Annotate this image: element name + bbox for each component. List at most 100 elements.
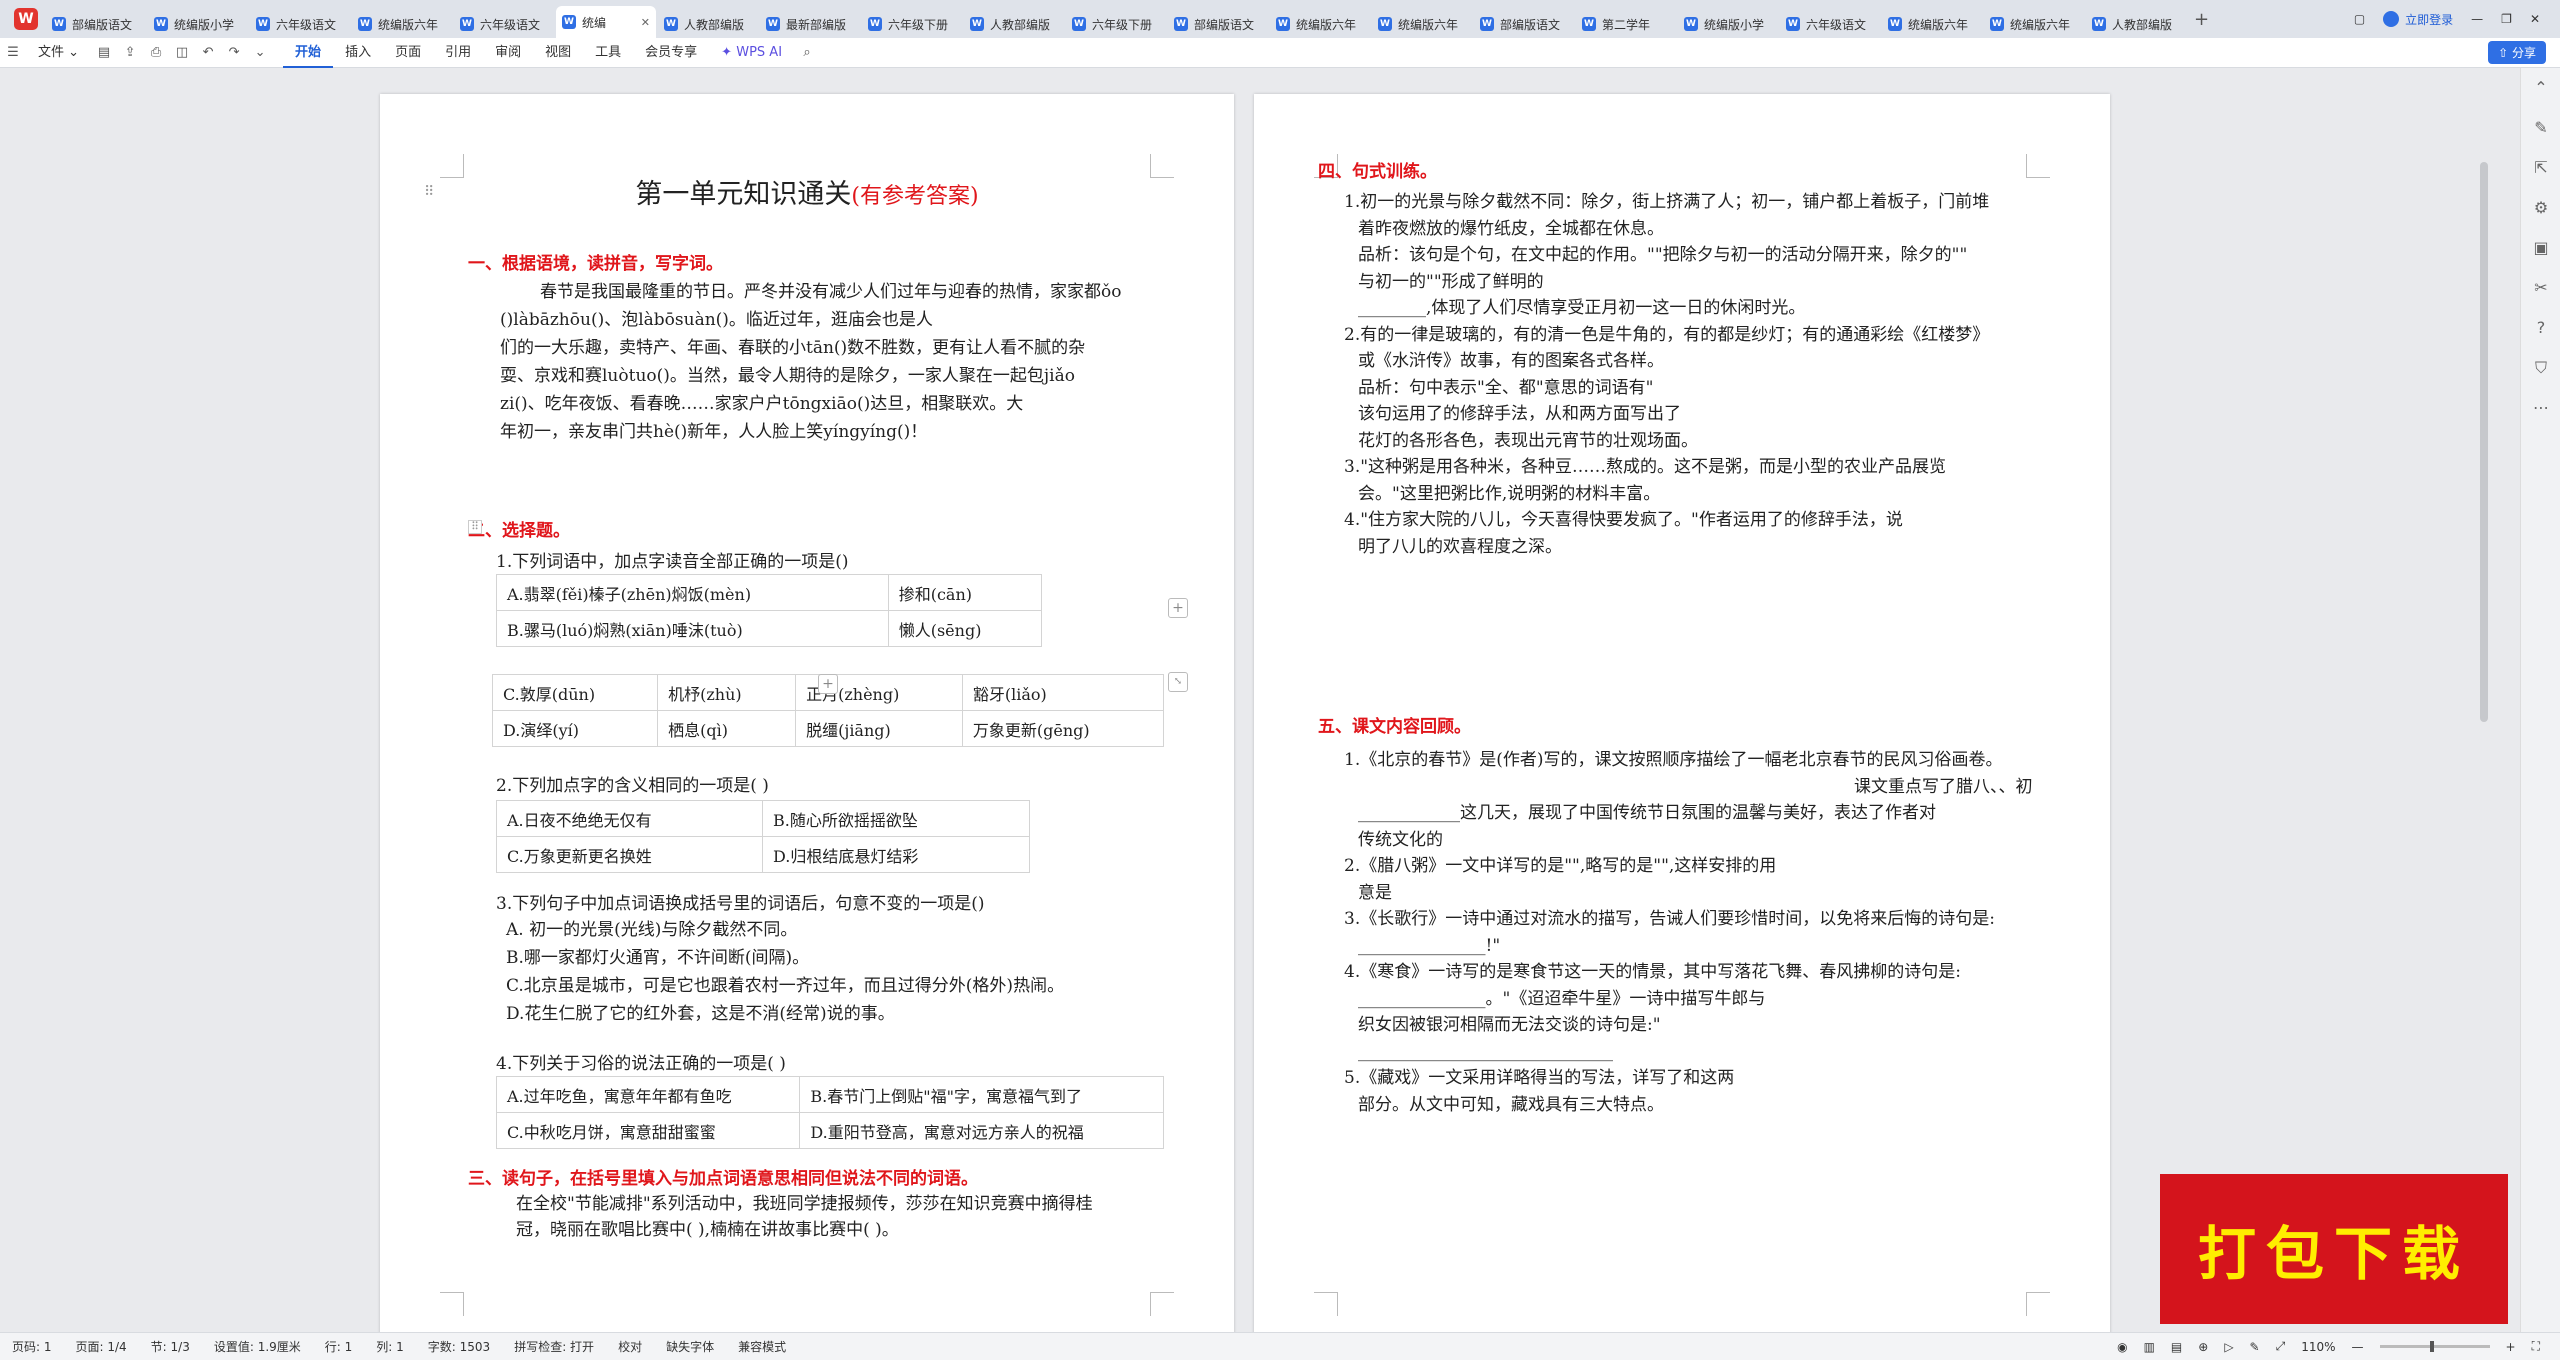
menu-tab[interactable]: 审阅 <box>483 38 533 68</box>
menu-tab[interactable]: 工具 <box>583 38 633 68</box>
status-item[interactable]: 页码: 1 <box>0 1338 64 1355</box>
status-item[interactable]: 字数: 1503 <box>416 1338 502 1355</box>
page-view-icon[interactable]: ▤ <box>2171 1340 2182 1354</box>
table-cell[interactable]: C.万象更新更名换姓 <box>495 836 764 873</box>
read-mode-icon[interactable]: ▥ <box>2144 1340 2155 1354</box>
print-icon[interactable]: ⎙ <box>147 44 165 62</box>
table-cell[interactable]: A.日夜不绝绝无仅有 <box>495 800 764 837</box>
close-icon[interactable]: ✕ <box>2530 12 2540 26</box>
window-layout-icon[interactable]: ▢ <box>2354 12 2365 26</box>
question-1-table-a[interactable]: A.翡翠(fěi)榛子(zhēn)焖饭(mèn) 掺和(cān) B.骡马(luó)… <box>496 574 1043 647</box>
document-tab[interactable]: W 统编版六年 <box>352 10 452 38</box>
vertical-scrollbar[interactable] <box>2480 162 2488 722</box>
download-banner[interactable]: 打包下载 <box>2160 1174 2508 1324</box>
style-icon[interactable]: ▣ <box>2521 228 2560 268</box>
undo-icon[interactable]: ↶ <box>199 44 217 62</box>
menu-tab[interactable]: 视图 <box>533 38 583 68</box>
new-tab-button[interactable]: + <box>2188 5 2215 33</box>
menu-icon[interactable]: ☰ <box>4 44 22 62</box>
document-page-1[interactable]: ⠿ 第一单元知识通关(有参考答案) 一、根据语境，读拼音，写字词。 春节是我国最… <box>380 94 1234 1340</box>
table-cell[interactable]: 懒人(sēng) <box>887 610 1043 647</box>
status-item[interactable]: 校对 <box>606 1338 654 1355</box>
minimize-icon[interactable]: — <box>2471 12 2483 26</box>
menu-tab[interactable]: 引用 <box>433 38 483 68</box>
fullscreen-icon[interactable]: ⛶ <box>2532 1339 2540 1354</box>
select-icon[interactable]: ⇱ <box>2521 148 2560 188</box>
menu-tab[interactable]: 开始 <box>283 38 334 68</box>
table-cell[interactable]: D.归根结底悬灯结彩 <box>762 836 1030 873</box>
play-icon[interactable]: ▷ <box>2224 1340 2233 1354</box>
table-cell[interactable]: D.重阳节登高，寓意对远方亲人的祝福 <box>799 1112 1164 1149</box>
document-tab[interactable]: W 第二学年 <box>1576 10 1676 38</box>
status-item[interactable]: 设置值: 1.9厘米 <box>202 1338 313 1355</box>
document-tab[interactable]: W 人教部编版 <box>964 10 1064 38</box>
export-icon[interactable]: ⇪ <box>121 44 139 62</box>
menu-tab[interactable]: 插入 <box>333 38 383 68</box>
document-tab[interactable]: W 人教部编版 <box>658 10 758 38</box>
question-4-table[interactable]: A.过年吃鱼，寓意年年都有鱼吃 B.春节门上倒贴"福"字，寓意福气到了 C.中秋吃月… <box>495 1076 1164 1149</box>
table-cell[interactable]: 掺和(cān) <box>887 574 1043 611</box>
table-cell[interactable]: B.随心所欲摇摇欲坠 <box>762 800 1030 837</box>
format-icon[interactable]: ⚙ <box>2521 188 2560 228</box>
status-item[interactable]: 页面: 1/4 <box>64 1338 139 1355</box>
document-tab[interactable]: W 统编版小学 <box>148 10 248 38</box>
document-tab[interactable]: W 六年级下册 <box>1066 10 1166 38</box>
document-tab[interactable]: W 六年级语文 <box>250 10 350 38</box>
document-tab[interactable]: W 统编版六年 <box>1984 10 2084 38</box>
wps-ai-button[interactable]: ✦ WPS AI <box>709 38 794 68</box>
eye-icon[interactable]: ◉ <box>2117 1340 2127 1354</box>
collapse-icon[interactable]: ⌃ <box>2521 68 2560 108</box>
add-row-icon[interactable]: + <box>818 674 838 694</box>
document-tab[interactable]: W 人教部编版 <box>2086 10 2186 38</box>
share-button[interactable]: ⇧ 分享 <box>2488 41 2546 64</box>
document-workspace[interactable]: ⠿ 第一单元知识通关(有参考答案) 一、根据语境，读拼音，写字词。 春节是我国最… <box>0 68 2560 1340</box>
more-icon[interactable]: ⋯ <box>2521 388 2560 428</box>
table-cell[interactable]: D.演绎(yí) <box>491 710 659 747</box>
document-tab[interactable]: W 部编版语文 <box>46 10 146 38</box>
drag-handle-icon[interactable]: ⠿ <box>468 520 482 534</box>
table-cell[interactable]: 机杼(zhù) <box>657 674 797 711</box>
document-tab[interactable]: W 统编版六年 <box>1270 10 1370 38</box>
table-cell[interactable]: B.春节门上倒贴"福"字，寓意福气到了 <box>799 1076 1164 1113</box>
document-tab[interactable]: W 最新部编版 <box>760 10 860 38</box>
zoom-level[interactable]: 110% <box>2301 1340 2335 1354</box>
tab-close-icon[interactable]: ✕ <box>641 16 650 29</box>
menu-tab[interactable]: 会员专享 <box>633 38 709 68</box>
preview-icon[interactable]: ◫ <box>173 44 191 62</box>
status-item[interactable]: 拼写检查: 打开 <box>502 1338 606 1355</box>
zoom-out-icon[interactable]: — <box>2352 1340 2364 1354</box>
table-cell[interactable]: 豁牙(liǎo) <box>961 674 1165 711</box>
table-cell[interactable]: A.翡翠(fěi)榛子(zhēn)焖饭(mèn) <box>496 574 889 611</box>
maximize-icon[interactable]: ❐ <box>2501 12 2512 26</box>
tools-icon[interactable]: ✂ <box>2521 268 2560 308</box>
document-tab[interactable]: W 六年级语文 <box>1780 10 1880 38</box>
login-button[interactable]: 立即登录 <box>2383 11 2453 28</box>
status-item[interactable]: 兼容模式 <box>726 1338 798 1355</box>
web-view-icon[interactable]: ⊕ <box>2198 1340 2208 1354</box>
table-cell[interactable]: A.过年吃鱼，寓意年年都有鱼吃 <box>495 1076 801 1113</box>
question-2-table[interactable]: A.日夜不绝绝无仅有 B.随心所欲摇摇欲坠 C.万象更新更名换姓 D.归根结底悬灯结彩 <box>495 800 1030 873</box>
shield-icon[interactable]: ⛉ <box>2521 348 2560 388</box>
status-item[interactable]: 行: 1 <box>313 1338 365 1355</box>
zoom-in-icon[interactable]: + <box>2506 1340 2516 1354</box>
table-cell[interactable]: 万象更新(gēng) <box>961 710 1165 747</box>
fit-icon[interactable]: ⤢ <box>2276 1339 2286 1354</box>
pen-icon[interactable]: ✎ <box>2521 108 2560 148</box>
search-icon[interactable]: ⌕ <box>798 44 816 62</box>
help-icon[interactable]: ? <box>2521 308 2560 348</box>
menu-tab[interactable]: 页面 <box>383 38 433 68</box>
redo-icon[interactable]: ↷ <box>225 44 243 62</box>
add-column-icon[interactable]: + <box>1168 598 1188 618</box>
document-tab[interactable]: W 统编 ✕ <box>556 6 656 38</box>
status-item[interactable]: 缺失字体 <box>654 1338 726 1355</box>
document-page-2[interactable]: 四、句式训练。 1.初一的光景与除夕截然不同：除夕，街上挤满了人；初一，铺户都上… <box>1254 94 2110 1340</box>
document-tab[interactable]: W 六年级下册 <box>862 10 962 38</box>
more-chevron-icon[interactable]: ⌄ <box>251 44 269 62</box>
table-cell[interactable]: C.中秋吃月饼，寓意甜甜蜜蜜 <box>495 1112 801 1149</box>
table-cell[interactable]: C.敦厚(dūn) <box>491 674 659 711</box>
document-tab[interactable]: W 统编版小学 <box>1678 10 1778 38</box>
save-icon[interactable]: ▤ <box>95 44 113 62</box>
file-menu[interactable]: 文件 ⌄ <box>26 38 91 68</box>
table-cell[interactable]: 栖息(qì) <box>657 710 797 747</box>
zoom-slider[interactable] <box>2379 1341 2490 1352</box>
